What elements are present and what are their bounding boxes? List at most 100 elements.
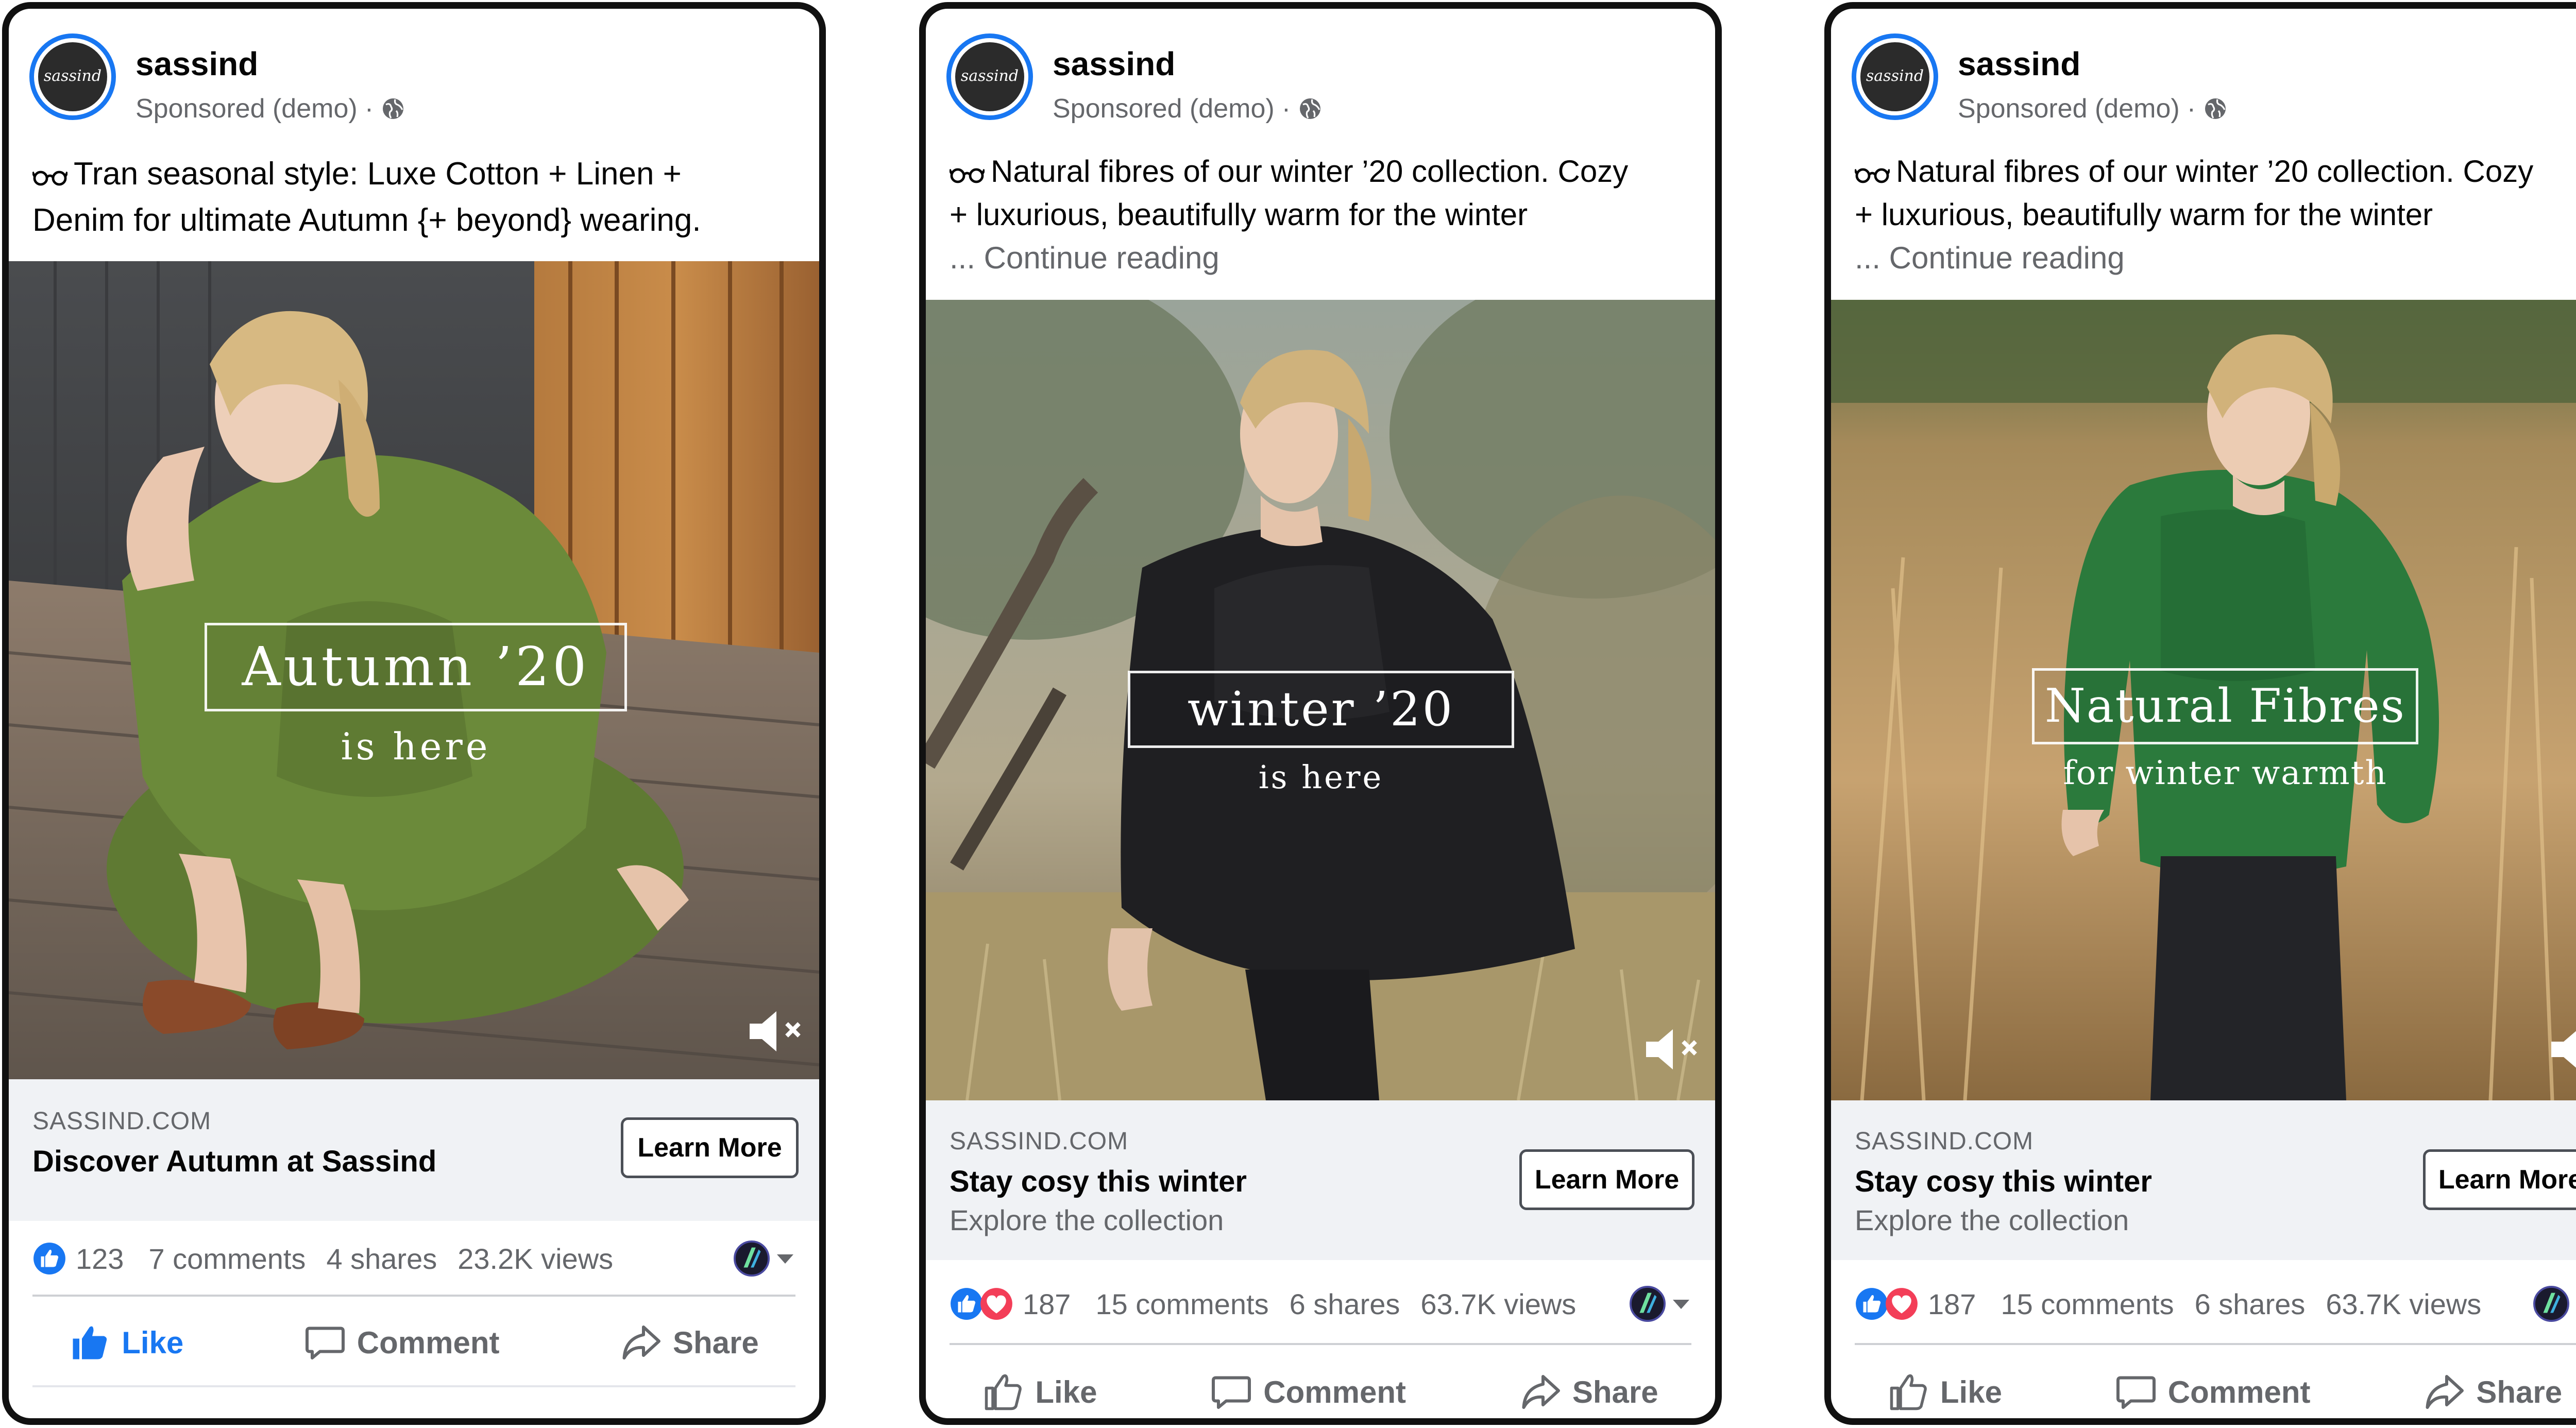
thumbs-up-reaction-icon — [1856, 1288, 1888, 1320]
sassind-logo-icon: sassind — [961, 67, 1019, 85]
sassind-logo-icon: sassind — [1866, 67, 1924, 85]
ad-video[interactable]: Autumn ’20 is here — [9, 261, 819, 1079]
speech-bubble-icon — [2116, 1376, 2156, 1409]
cta-bar[interactable]: SASSIND.COM Discover Autumn at Sassind L… — [9, 1079, 819, 1221]
speaker-muted-icon[interactable] — [2547, 1021, 2576, 1078]
share-button[interactable]: Share — [620, 1322, 759, 1363]
comments-count[interactable]: 7 comments — [148, 1242, 306, 1276]
post-actions: Like Comment Share — [9, 1304, 819, 1381]
like-button[interactable]: Like — [1888, 1371, 2002, 1413]
engagement-stats: 187 15 comments 6 shares 63.7K views — [950, 1273, 1691, 1335]
eyeglasses-emoji-icon — [950, 168, 985, 183]
overlay-subtitle: is here — [1258, 758, 1384, 796]
page-selector[interactable] — [2533, 1286, 2576, 1322]
page-selector[interactable] — [1630, 1286, 1691, 1322]
post-actions: Like Comment Share — [926, 1353, 1715, 1418]
like-button[interactable]: Like — [69, 1322, 183, 1363]
overlay-title: Natural Fibres — [2032, 668, 2418, 744]
sassind-logo-icon: sassind — [44, 67, 101, 85]
page-name[interactable]: sassind — [1958, 45, 2080, 83]
sponsored-label: Sponsored (demo) · — [1958, 93, 2228, 124]
globe-icon — [2205, 98, 2226, 119]
post-caption: Natural fibres of our winter ’20 collect… — [950, 150, 1694, 280]
speech-bubble-icon — [1212, 1376, 1251, 1409]
overlay-title: Autumn ’20 — [205, 623, 627, 711]
share-button[interactable]: Share — [2424, 1371, 2562, 1413]
reaction-count[interactable]: 123 — [76, 1242, 124, 1276]
comment-button[interactable]: Comment — [1211, 1371, 1406, 1413]
speech-bubble-icon — [305, 1327, 345, 1359]
comment-button[interactable]: Comment — [2115, 1371, 2310, 1413]
ad-video[interactable]: Natural Fibres for winter warmth — [1831, 300, 2576, 1100]
learn-more-button[interactable]: Learn More — [2423, 1149, 2576, 1210]
cta-bar[interactable]: SASSIND.COM Stay cosy this winter Explor… — [1831, 1100, 2576, 1260]
post-header: sassind sassind Sponsored (demo) · — [9, 9, 819, 124]
page-avatar-icon — [734, 1240, 770, 1277]
cta-headline[interactable]: Discover Autumn at Sassind — [32, 1144, 436, 1179]
comments-count[interactable]: 15 comments — [2001, 1287, 2174, 1321]
divider — [950, 1343, 1691, 1345]
continue-reading-link[interactable]: ... Continue reading — [950, 236, 1694, 280]
ad-card-natural-fibres: sassind sassind Sponsored (demo) · Natur… — [1824, 2, 2576, 1425]
page-avatar[interactable]: sassind — [946, 33, 1033, 120]
engagement-stats: 187 15 comments 6 shares 63.7K views — [1855, 1273, 2576, 1335]
page-avatar-icon — [2533, 1286, 2569, 1322]
page-name[interactable]: sassind — [135, 45, 258, 83]
views-count: 63.7K views — [2326, 1287, 2482, 1320]
comment-button[interactable]: Comment — [304, 1322, 499, 1363]
eyeglasses-emoji-icon — [32, 171, 67, 186]
continue-reading-link[interactable]: ... Continue reading — [1855, 236, 2576, 280]
svg-text:sassind: sassind — [1866, 67, 1924, 85]
shares-count[interactable]: 6 shares — [1290, 1287, 1400, 1321]
share-arrow-icon — [1522, 1375, 1560, 1409]
cta-domain: SASSIND.COM — [950, 1128, 1129, 1155]
page-name[interactable]: sassind — [1053, 45, 1175, 83]
thumbs-up-icon — [73, 1326, 107, 1359]
globe-icon — [1300, 98, 1321, 119]
shares-count[interactable]: 6 shares — [2195, 1287, 2306, 1321]
cta-description: Explore the collection — [1855, 1204, 2129, 1236]
learn-more-button[interactable]: Learn More — [1519, 1149, 1694, 1210]
svg-text:sassind: sassind — [44, 67, 101, 85]
overlay-subtitle: for winter warmth — [2063, 754, 2387, 792]
page-selector[interactable] — [734, 1240, 795, 1277]
ad-card-winter: sassind sassind Sponsored (demo) · Natur… — [919, 2, 1722, 1425]
comments-count[interactable]: 15 comments — [1095, 1287, 1268, 1321]
cta-bar[interactable]: SASSIND.COM Stay cosy this winter Explor… — [926, 1100, 1715, 1260]
thumbs-up-icon — [1890, 1374, 1927, 1410]
overlay-title: winter ’20 — [1128, 671, 1514, 748]
cta-domain: SASSIND.COM — [1855, 1128, 2034, 1155]
reaction-count[interactable]: 187 — [1023, 1287, 1071, 1321]
divider — [32, 1295, 795, 1297]
shares-count[interactable]: 4 shares — [326, 1242, 437, 1276]
page-avatar[interactable]: sassind — [1852, 33, 1938, 120]
cta-headline[interactable]: Stay cosy this winter — [1855, 1164, 2152, 1199]
thumbs-up-icon — [985, 1374, 1022, 1410]
share-arrow-icon — [2426, 1375, 2464, 1409]
post-caption: Tran seasonal style: Luxe Cotton + Linen… — [32, 156, 701, 238]
cta-domain: SASSIND.COM — [32, 1108, 212, 1135]
share-arrow-icon — [622, 1325, 660, 1359]
caret-down-icon — [1673, 1300, 1689, 1309]
caret-down-icon — [777, 1254, 793, 1264]
reaction-count[interactable]: 187 — [1928, 1287, 1976, 1321]
bottom-divider — [32, 1385, 795, 1387]
sponsored-label: Sponsored (demo) · — [135, 93, 405, 124]
thumbs-up-reaction-icon — [33, 1243, 65, 1274]
cta-headline[interactable]: Stay cosy this winter — [950, 1164, 1247, 1199]
overlay-subtitle: is here — [341, 725, 491, 768]
speaker-muted-icon[interactable] — [1642, 1021, 1709, 1078]
ad-video[interactable]: winter ’20 is here — [926, 300, 1715, 1100]
share-button[interactable]: Share — [1520, 1371, 1658, 1413]
sponsored-label: Sponsored (demo) · — [1053, 93, 1323, 124]
heart-reaction-icon — [980, 1288, 1012, 1320]
page-avatar[interactable]: sassind — [29, 33, 116, 120]
divider — [1855, 1343, 2576, 1345]
post-actions: Like Comment Share — [1831, 1353, 2576, 1418]
speaker-muted-icon[interactable] — [745, 1003, 812, 1060]
learn-more-button[interactable]: Learn More — [621, 1117, 799, 1178]
page-avatar-icon — [1630, 1286, 1666, 1322]
like-button[interactable]: Like — [982, 1371, 1097, 1413]
views-count: 23.2K views — [457, 1242, 614, 1275]
cta-description: Explore the collection — [950, 1204, 1224, 1236]
